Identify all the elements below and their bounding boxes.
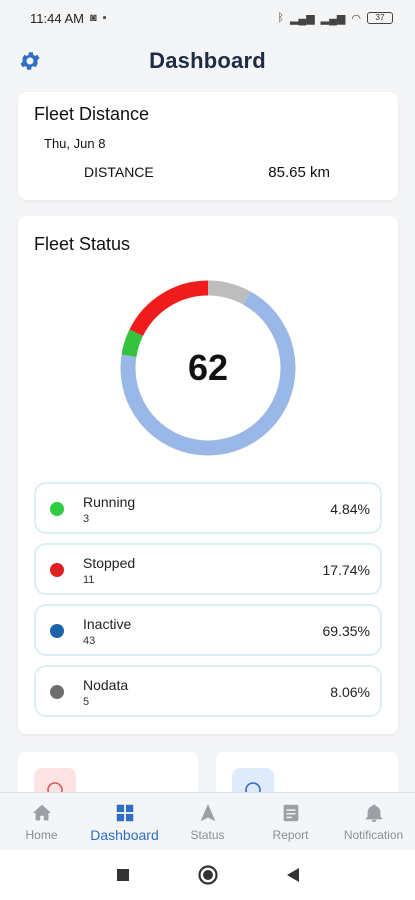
app-notification-icon: ▪ [102, 12, 107, 24]
tab-label: Notification [343, 828, 404, 842]
status-name: Running [83, 494, 136, 510]
circle-icon [197, 865, 218, 885]
tab-label: Dashboard [90, 827, 159, 843]
home-icon [32, 804, 51, 821]
status-name: Inactive [83, 616, 132, 632]
tab-label: Report [272, 828, 309, 842]
donut-total-count: 62 [187, 347, 229, 388]
fleet-status-title: Fleet Status [34, 234, 131, 254]
alerts-card[interactable] [18, 752, 198, 796]
recents-button[interactable] [80, 855, 165, 895]
status-item-inactive[interactable]: Inactive 43 69.35% [34, 604, 382, 656]
speed-card[interactable] [216, 752, 398, 796]
tab-notification[interactable]: Notification [332, 793, 415, 850]
bottom-tab-bar: Home Dashboard Status Report Notificatio… [0, 792, 415, 850]
back-triangle-icon [286, 868, 299, 882]
tab-report[interactable]: Report [249, 793, 332, 850]
tab-home[interactable]: Home [0, 793, 83, 850]
signal-icon: ▂▄▆ [289, 12, 315, 25]
fleet-distance-title: Fleet Distance [34, 104, 150, 124]
status-dot-running [50, 502, 64, 516]
signal-icon: ▂▄▆ [320, 12, 346, 25]
status-percent: 4.84% [330, 501, 370, 517]
tab-label: Home [25, 828, 58, 842]
bluetooth-icon: ᛒ [277, 12, 284, 24]
bell-icon [365, 804, 382, 823]
status-dot-stopped [50, 563, 64, 577]
status-time: 11:44 AM [30, 10, 84, 26]
tab-dashboard[interactable]: Dashboard [83, 793, 166, 850]
status-percent: 69.35% [322, 623, 370, 639]
status-dot-inactive [50, 624, 64, 638]
fleet-distance-date: Thu, Jun 8 [44, 136, 106, 151]
status-item-nodata[interactable]: Nodata 5 8.06% [34, 665, 382, 717]
status-count: 3 [83, 513, 90, 525]
status-percent: 17.74% [322, 562, 370, 578]
gear-icon[interactable] [18, 49, 42, 73]
back-button[interactable] [250, 855, 335, 895]
status-dot-nodata [50, 685, 64, 699]
status-item-running[interactable]: Running 3 4.84% [34, 482, 382, 534]
status-count: 11 [83, 574, 95, 586]
battery-icon: 37 [367, 12, 393, 24]
distance-label: DISTANCE [84, 164, 154, 180]
navigation-arrow-icon [200, 803, 215, 822]
page-title: Dashboard [149, 48, 266, 73]
fleet-distance-card[interactable]: Fleet Distance Thu, Jun 8 DISTANCE 85.65… [18, 92, 398, 200]
tab-label: Status [190, 828, 225, 842]
square-icon [116, 869, 129, 881]
dashboard-icon [116, 804, 133, 822]
battery-level: 37 [375, 13, 385, 22]
wifi-icon: ◠ [351, 12, 361, 25]
status-count: 43 [83, 635, 96, 647]
fleet-status-card: Fleet Status 62 Running 3 4.84% Stopped … [18, 216, 398, 734]
status-name: Stopped [83, 555, 136, 571]
home-button[interactable] [165, 855, 250, 895]
app-bar: Dashboard [0, 36, 415, 86]
tab-status[interactable]: Status [166, 793, 249, 850]
whatsapp-icon: ◙ [89, 12, 97, 24]
status-percent: 8.06% [330, 684, 370, 700]
status-bar: 11:44 AM ◙ ▪ ᛒ ▂▄▆ ▂▄▆ ◠ 37 [0, 0, 415, 36]
status-item-stopped[interactable]: Stopped 11 17.74% [34, 543, 382, 595]
system-nav-bar [0, 850, 415, 900]
status-count: 5 [83, 696, 90, 708]
report-icon [283, 804, 298, 822]
distance-value: 85.65 km [268, 164, 330, 181]
status-name: Nodata [83, 677, 129, 693]
